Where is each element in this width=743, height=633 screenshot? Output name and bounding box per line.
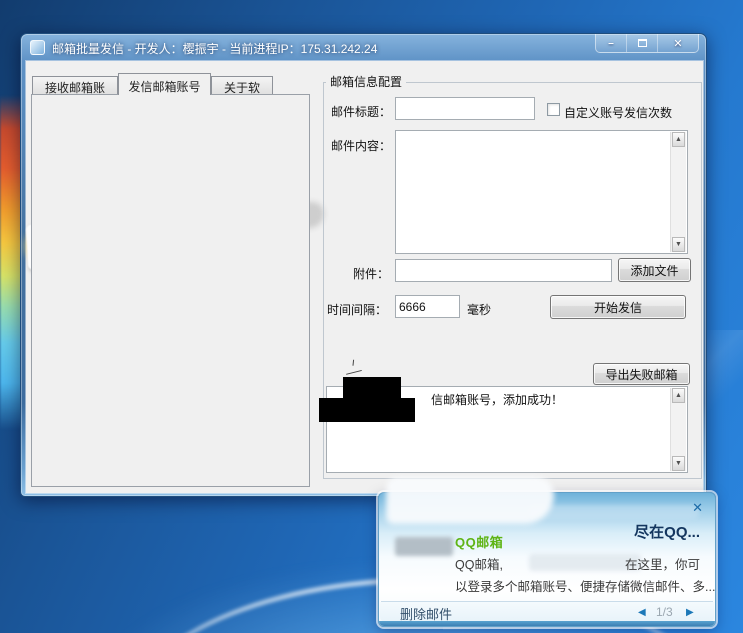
add-file-button[interactable]: 添加文件 bbox=[618, 258, 691, 282]
titlebar[interactable]: 邮箱批量发信 - 开发人：樱振宇 - 当前进程IP：175.31.242.24 … bbox=[21, 34, 706, 61]
mail-config-title: 邮箱信息配置 bbox=[326, 73, 406, 90]
interval-unit-label: 毫秒 bbox=[467, 301, 491, 318]
subject-label: 邮件标题： bbox=[331, 103, 391, 120]
tab-about[interactable]: 关于软件 bbox=[211, 76, 273, 95]
minimize-icon[interactable]: – bbox=[596, 34, 627, 52]
popup-bottom-strip bbox=[379, 621, 715, 626]
popup-close-icon[interactable]: ✕ bbox=[692, 500, 703, 516]
nav-prev-icon[interactable]: ◀ bbox=[638, 607, 646, 618]
app-window: 邮箱批量发信 - 开发人：樱振宇 - 当前进程IP：175.31.242.24 … bbox=[20, 33, 707, 497]
redaction-box bbox=[319, 398, 415, 422]
close-icon[interactable]: ✕ bbox=[658, 34, 698, 52]
content-scrollbar[interactable]: ▲ ▼ bbox=[670, 132, 686, 252]
redacted-avatar bbox=[395, 537, 453, 556]
send-accounts-panel bbox=[31, 94, 310, 487]
popup-intro-left: QQ邮箱, bbox=[455, 554, 503, 573]
scroll-down-icon[interactable]: ▼ bbox=[672, 456, 685, 471]
custom-count-checkbox[interactable] bbox=[547, 103, 560, 116]
redaction-box bbox=[343, 377, 401, 400]
content-label: 邮件内容： bbox=[331, 137, 391, 154]
log-scrollbar[interactable]: ▲ ▼ bbox=[670, 388, 686, 471]
nav-next-icon[interactable]: ▶ bbox=[686, 607, 694, 618]
popup-footer: 删除邮件 ◀ 1/3 ▶ bbox=[380, 602, 714, 622]
scroll-up-icon[interactable]: ▲ bbox=[672, 132, 685, 147]
log-message: 信邮箱账号，添加成功！ bbox=[431, 391, 563, 408]
blur-artifact bbox=[529, 505, 699, 519]
page-indicator: 1/3 bbox=[656, 605, 673, 619]
tab-send-accounts[interactable]: 发信邮箱账号 bbox=[118, 73, 211, 95]
attachment-label: 附件： bbox=[353, 265, 389, 282]
scroll-down-icon[interactable]: ▼ bbox=[672, 237, 685, 252]
start-sending-button[interactable]: 开始发信 bbox=[550, 295, 686, 319]
window-title: 邮箱批量发信 - 开发人：樱振宇 - 当前进程IP：175.31.242.24 bbox=[52, 40, 377, 57]
qq-mail-logo: QQ邮箱 bbox=[455, 532, 503, 551]
interval-input[interactable] bbox=[395, 295, 460, 318]
client-area: 接收邮箱账号 发信邮箱账号 关于软件 邮箱账号 邮箱授权码 SMTP服务器 sm… bbox=[26, 61, 703, 493]
tab-receive-accounts[interactable]: 接收邮箱账号 bbox=[32, 76, 118, 95]
maximize-icon[interactable] bbox=[627, 34, 658, 52]
attachment-input[interactable] bbox=[395, 259, 612, 282]
subject-input[interactable] bbox=[395, 97, 535, 120]
interval-label: 时间间隔： bbox=[327, 301, 387, 318]
popup-headline: 尽在QQ... bbox=[634, 521, 700, 542]
custom-count-label: 自定义账号发信次数 bbox=[564, 104, 672, 121]
content-textarea[interactable]: ▲ ▼ bbox=[395, 130, 688, 254]
popup-intro-right: 在这里，你可 bbox=[625, 554, 700, 573]
app-icon bbox=[30, 40, 45, 55]
window-controls: – ✕ bbox=[595, 34, 699, 53]
scroll-up-icon[interactable]: ▲ bbox=[672, 388, 685, 403]
popup-description: 以登录多个邮箱账号、便捷存储微信邮件、多... bbox=[455, 576, 715, 595]
white-artifact-blob bbox=[386, 477, 554, 524]
export-failed-button[interactable]: 导出失败邮箱 bbox=[593, 363, 690, 385]
desktop-wallpaper: 邮箱批量发信 - 开发人：樱振宇 - 当前进程IP：175.31.242.24 … bbox=[0, 0, 743, 633]
